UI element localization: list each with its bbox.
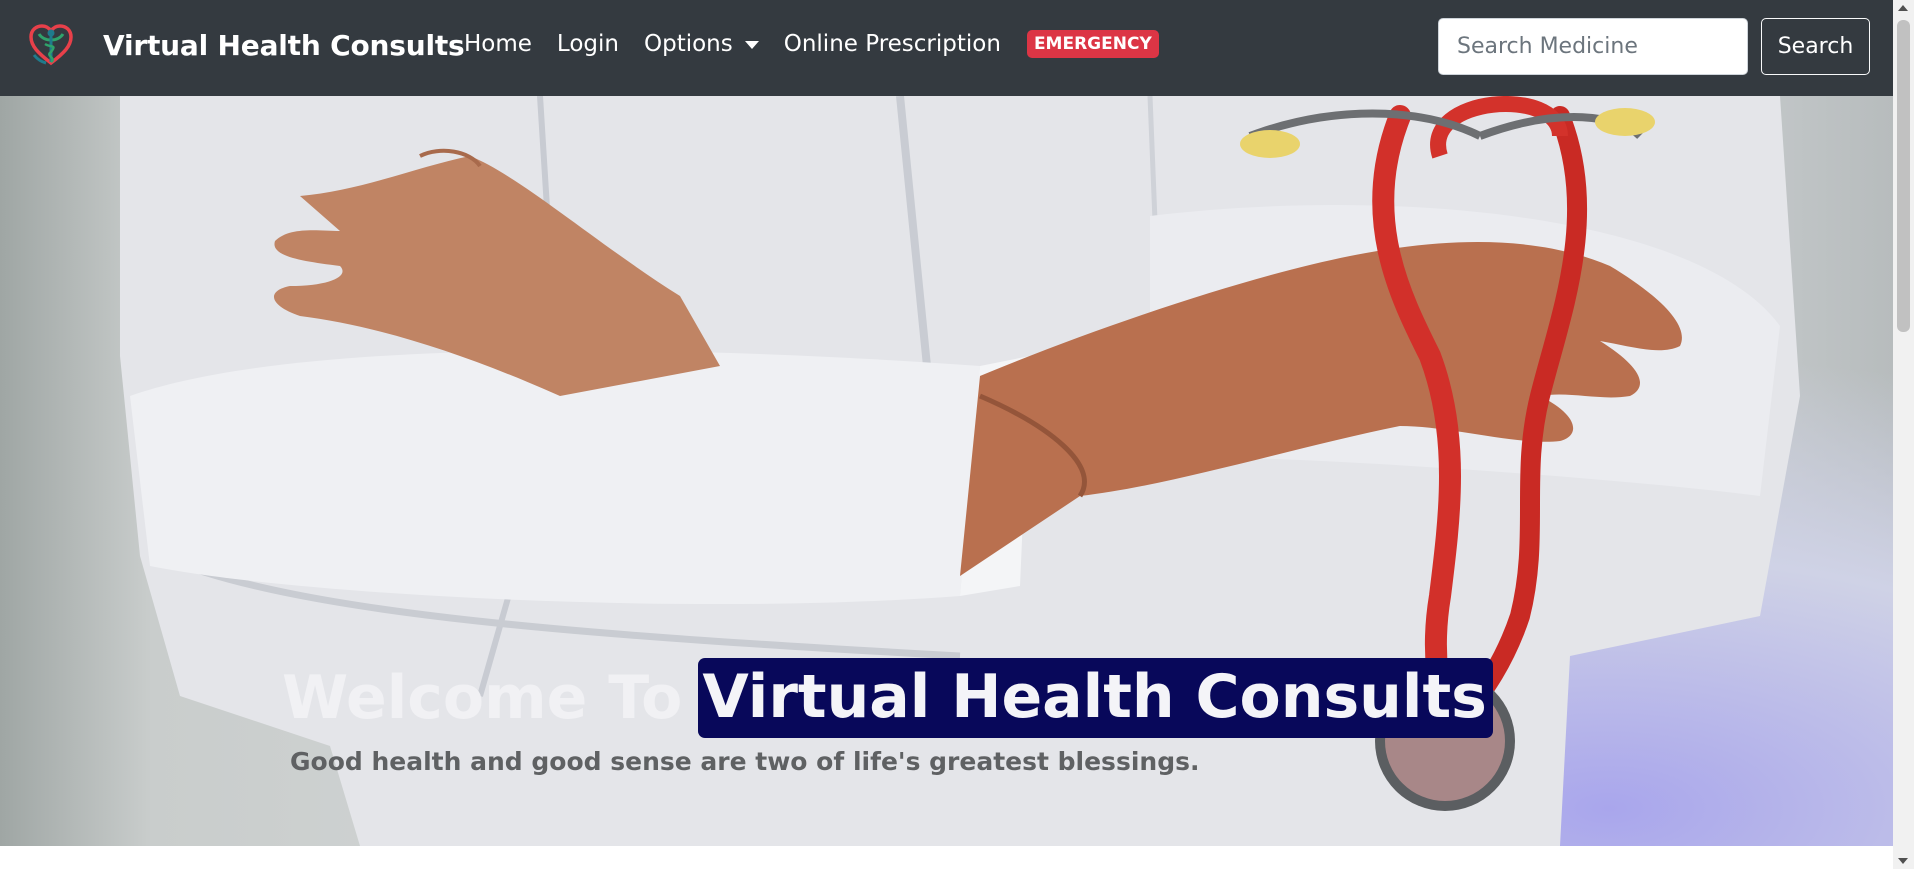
nav-online-prescription[interactable]: Online Prescription (784, 31, 1001, 57)
hero-title-highlight: Virtual Health Consults (698, 658, 1493, 738)
emergency-badge[interactable]: EMERGENCY (1026, 30, 1159, 58)
top-navbar: Virtual Health Consults Home Login Optio… (0, 0, 1893, 96)
nav-options-label: Options (643, 31, 733, 57)
nav-home[interactable]: Home (464, 31, 532, 57)
nav-options-dropdown[interactable]: Options (644, 31, 759, 57)
hero-subtitle: Good health and good sense are two of li… (290, 747, 1200, 776)
hero-title: Welcome To Virtual Health Consults (282, 658, 1493, 738)
search-form: Search (1438, 18, 1870, 75)
nav-links: Home Login Options Online Prescription E… (464, 30, 1159, 58)
scroll-up-icon[interactable] (1898, 5, 1908, 11)
nav-login[interactable]: Login (557, 31, 619, 57)
brand-name[interactable]: Virtual Health Consults (103, 29, 465, 62)
heart-caduceus-icon (29, 24, 73, 66)
hero-banner: Welcome To Virtual Health Consults Good … (0, 96, 1893, 846)
page-scrollbar[interactable] (1893, 0, 1914, 869)
caret-down-icon (744, 41, 759, 49)
scrollbar-thumb[interactable] (1897, 20, 1910, 332)
hero-title-prefix: Welcome To (282, 663, 683, 733)
brand-link[interactable]: Virtual Health Consults (28, 22, 465, 68)
scroll-down-icon[interactable] (1898, 858, 1908, 864)
search-medicine-input[interactable] (1438, 18, 1748, 75)
search-button[interactable]: Search (1761, 18, 1870, 75)
